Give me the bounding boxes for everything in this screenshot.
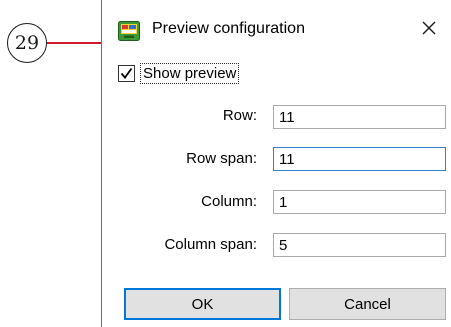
- screenshot-canvas: 29 Preview configuration Show preview Ro…: [0, 0, 451, 327]
- preview-configuration-dialog: Preview configuration Show preview Row:: [101, 0, 451, 327]
- callout-number-badge: 29: [7, 23, 47, 63]
- row-label: Row:: [222, 107, 257, 124]
- preview-app-icon: [118, 21, 140, 41]
- callout-leader-line: [47, 42, 107, 44]
- row-span-label: Row span:: [186, 150, 257, 167]
- dialog-title: Preview configuration: [152, 20, 305, 37]
- close-button[interactable]: [414, 16, 444, 44]
- show-preview-label[interactable]: Show preview: [140, 62, 240, 84]
- show-preview-checkbox[interactable]: Show preview: [118, 61, 240, 85]
- dialog-titlebar: Preview configuration: [102, 0, 451, 62]
- row-span-input[interactable]: [273, 147, 446, 171]
- row-input[interactable]: [273, 105, 446, 129]
- cancel-button[interactable]: Cancel: [289, 288, 446, 320]
- checkmark-icon: [120, 67, 133, 79]
- column-input[interactable]: [273, 190, 446, 214]
- show-preview-checkbox-box[interactable]: [118, 64, 135, 82]
- column-span-label: Column span:: [164, 236, 257, 253]
- ok-button[interactable]: OK: [124, 288, 281, 320]
- column-label: Column:: [201, 193, 257, 210]
- close-icon: [422, 21, 436, 40]
- column-span-input[interactable]: [273, 233, 446, 257]
